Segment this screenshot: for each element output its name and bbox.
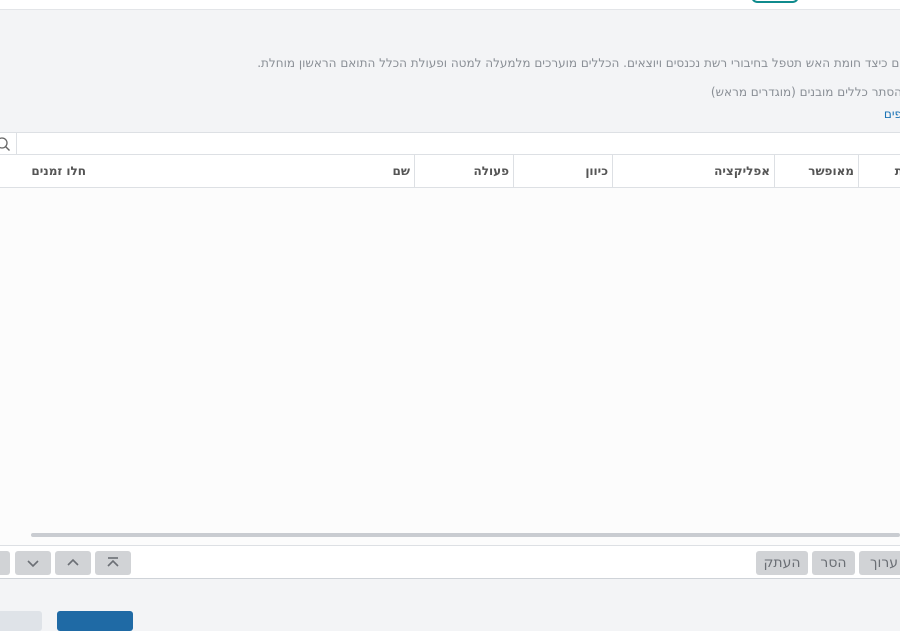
rules-description: ים כיצד חומת האש תטפל בחיבורי רשת נכנסים…: [257, 56, 900, 70]
rules-table: חלו זמנים שם פעולה כיוון אפליקציה מאופשר…: [0, 154, 900, 545]
secondary-footer-button[interactable]: [0, 611, 42, 631]
horizontal-scrollbar[interactable]: [31, 533, 900, 537]
chevron-down-icon: [27, 560, 39, 568]
move-up-button[interactable]: [55, 551, 91, 575]
column-header-direction[interactable]: כיוון: [514, 155, 613, 187]
column-header-partial[interactable]: ת: [859, 155, 900, 187]
column-header-schedule[interactable]: חלו זמנים: [0, 155, 90, 187]
column-header-name[interactable]: שם: [90, 155, 415, 187]
enable-toggle[interactable]: [751, 0, 799, 3]
move-down-button[interactable]: [15, 551, 51, 575]
remove-button[interactable]: הסר: [812, 551, 855, 575]
column-header-application[interactable]: אפליקציה: [613, 155, 775, 187]
more-link[interactable]: פים: [884, 107, 900, 121]
primary-footer-button[interactable]: [57, 611, 133, 631]
edit-button[interactable]: ערוך: [859, 551, 900, 575]
table-header: חלו זמנים שם פעולה כיוון אפליקציה מאופשר…: [0, 155, 900, 188]
search-icon[interactable]: [0, 136, 11, 152]
hide-builtin-rules-option[interactable]: הסתר כללים מובנים (מוגדרים מראש): [711, 85, 900, 99]
move-to-top-button[interactable]: [95, 551, 131, 575]
table-toolbar: העתק הסר ערוך: [0, 545, 900, 579]
column-header-action[interactable]: פעולה: [415, 155, 514, 187]
move-to-top-icon: [107, 557, 119, 567]
search-input[interactable]: [16, 133, 900, 156]
column-header-enabled[interactable]: מאופשר: [775, 155, 859, 187]
search-row: [0, 132, 900, 156]
chevron-up-icon: [67, 558, 79, 566]
top-bar: [0, 0, 900, 10]
copy-button[interactable]: העתק: [756, 551, 808, 575]
partial-button[interactable]: [0, 551, 10, 575]
